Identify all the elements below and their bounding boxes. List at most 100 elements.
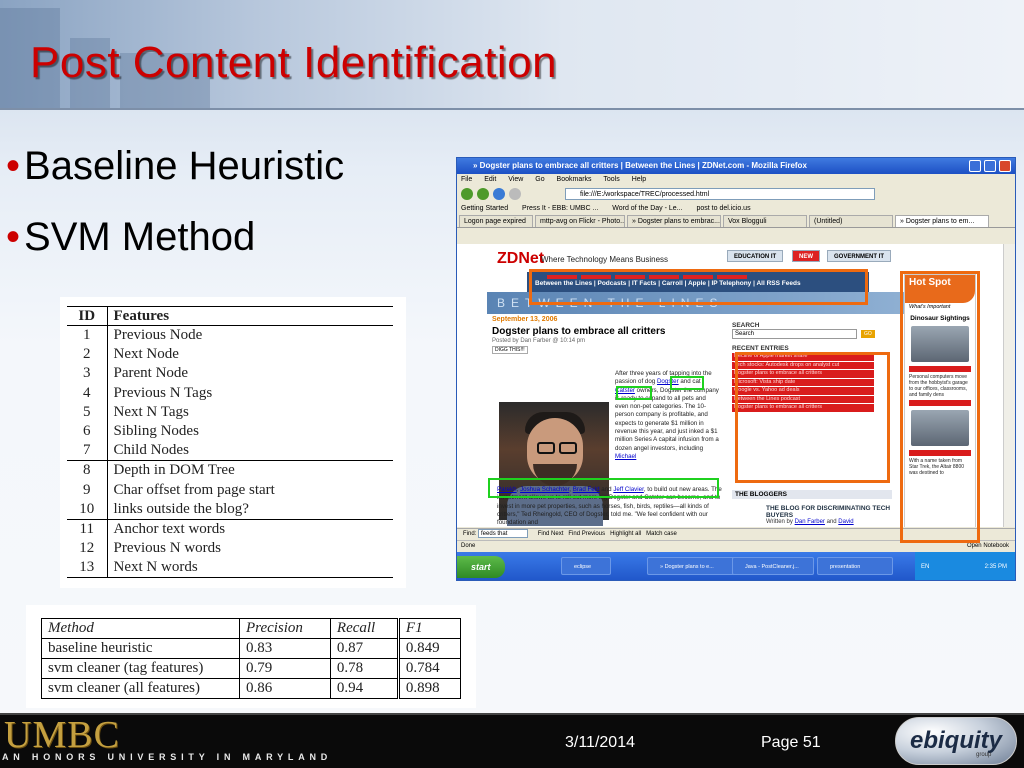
browser-tab[interactable]: Logon page expired — [459, 215, 533, 227]
minimize-icon[interactable] — [969, 160, 981, 172]
menu-help[interactable]: Help — [632, 176, 646, 183]
table-header-row: ID Features — [67, 306, 393, 326]
zdnet-logo[interactable]: ZDNet — [497, 250, 544, 268]
feature-name: Next Node — [113, 346, 179, 363]
table-header-row: Method Precision Recall F1 — [41, 618, 462, 639]
precision-cell: 0.83 — [239, 638, 331, 659]
method-cell: svm cleaner (tag features) — [41, 658, 240, 679]
taskbar-button[interactable]: eclipse — [561, 557, 611, 575]
post-byline: Posted by Dan Farber @ 10:14 pm — [492, 338, 586, 344]
ebiquity-logo-text: ebiquity — [910, 727, 1003, 754]
david-link[interactable]: David — [838, 519, 853, 525]
highlight-box-dogster — [670, 376, 704, 390]
column-header-id: ID — [67, 306, 108, 326]
government-it-link[interactable]: GOVERNMENT IT — [827, 250, 892, 262]
table-row: 2 Next Node — [67, 345, 393, 365]
menu-tools[interactable]: Tools — [603, 176, 619, 183]
feature-name: links outside the blog? — [113, 500, 249, 517]
taskbar-button[interactable]: presentation — [817, 557, 893, 575]
feature-name: Child Nodes — [113, 442, 189, 459]
tab-bar: Logon page expired mttp-avg on Flickr - … — [457, 215, 1015, 228]
photo-glasses — [537, 442, 555, 454]
find-previous-button[interactable]: Find Previous — [568, 531, 605, 537]
table-row: svm cleaner (all features) 0.86 0.94 0.8… — [41, 678, 462, 699]
table-row: 11 Anchor text words — [67, 518, 393, 539]
menu-file[interactable]: File — [461, 176, 472, 183]
results-table-panel: Method Precision Recall F1 baseline heur… — [26, 605, 476, 708]
browser-tab[interactable]: Vox Blogguli — [723, 215, 807, 227]
table-row: 9 Char offset from page start — [67, 480, 393, 500]
menu-bookmarks[interactable]: Bookmarks — [557, 176, 592, 183]
feature-id: 13 — [67, 558, 108, 579]
bullet-text: SVM Method — [24, 215, 256, 259]
post-date: September 13, 2006 — [492, 316, 558, 323]
back-icon[interactable] — [461, 188, 473, 200]
dan-farber-link[interactable]: Dan Farber — [795, 519, 825, 525]
column-header-recall: Recall — [330, 618, 400, 639]
forward-icon[interactable] — [477, 188, 489, 200]
find-next-button[interactable]: Find Next — [538, 531, 564, 537]
bookmark-item[interactable]: post to del.icio.us — [696, 205, 750, 212]
feature-id: 12 — [67, 538, 108, 559]
feature-name: Next N words — [107, 558, 393, 579]
maximize-icon[interactable] — [984, 160, 996, 172]
find-input[interactable]: feeds that — [478, 529, 529, 538]
precision-cell: 0.86 — [239, 678, 331, 699]
taskbar-button[interactable]: Java - PostCleaner.j... — [732, 557, 814, 575]
slide-date: 3/11/2014 — [565, 734, 635, 751]
feature-id: 4 — [67, 383, 108, 403]
bullet-text: Baseline Heuristic — [24, 144, 345, 188]
taskbar-button[interactable]: » Dogster plans to e... — [647, 557, 735, 575]
feature-id: 9 — [67, 480, 108, 500]
bloggers-title: THE BLOG FOR DISCRIMINATING TECH BUYERS — [766, 505, 891, 519]
column-header-features: Features — [107, 306, 393, 326]
browser-tab[interactable]: mttp-avg on Flickr - Photo... — [535, 215, 625, 227]
search-go-button[interactable]: GO — [861, 330, 875, 338]
feature-id: 5 — [67, 402, 108, 423]
close-icon[interactable] — [999, 160, 1011, 172]
bloggers-authors: Written by Dan Farber and David — [766, 519, 892, 525]
search-input[interactable]: Search — [732, 329, 857, 339]
browser-tab[interactable]: » Dogster plans to embrac... — [627, 215, 721, 227]
highlight-box-navigation — [529, 269, 868, 305]
post-body-text: After three years of tapping into the pa… — [615, 370, 720, 461]
highlight-all-button[interactable]: Highlight all — [610, 531, 641, 537]
table-row: 12 Previous N words — [67, 538, 393, 559]
feature-id: 8 — [67, 460, 108, 481]
blog-post: September 13, 2006 Dogster plans to embr… — [492, 316, 727, 354]
browser-tab[interactable]: (Untitled) — [809, 215, 893, 227]
education-it-link[interactable]: EDUCATION IT — [727, 250, 784, 262]
address-bar[interactable]: file:///E:/workspace/TREC/processed.html — [565, 188, 875, 200]
post-title[interactable]: Dogster plans to embrace all critters — [492, 326, 727, 337]
bookmark-item[interactable]: Word of the Day - Le... — [612, 205, 682, 212]
match-case-checkbox[interactable]: Match case — [646, 531, 677, 537]
start-button[interactable]: start — [457, 556, 505, 578]
bullet-dot-icon: • — [6, 144, 21, 188]
highlight-box-links — [488, 478, 719, 498]
michael-link[interactable]: Michael — [615, 453, 636, 460]
photo-glasses — [559, 442, 577, 454]
column-header-precision: Precision — [239, 618, 331, 639]
digg-button[interactable]: DIGG THIS!!! — [492, 346, 528, 354]
language-indicator[interactable]: EN — [921, 564, 929, 570]
bookmark-item[interactable]: Press It - EBB: UMBC ... — [522, 205, 598, 212]
highlight-box-recent-entries — [735, 352, 890, 483]
f1-cell: 0.898 — [398, 678, 462, 699]
menu-view[interactable]: View — [508, 176, 523, 183]
system-tray: EN 2:35 PM — [915, 552, 1015, 580]
search-heading: SEARCH — [732, 322, 760, 329]
menu-edit[interactable]: Edit — [484, 176, 496, 183]
browser-tab-active[interactable]: » Dogster plans to em... — [895, 215, 989, 227]
zdnet-tagline: Where Technology Means Business — [541, 255, 669, 264]
table-row: 8 Depth in DOM Tree — [67, 460, 393, 481]
stop-icon[interactable] — [509, 188, 521, 200]
windows-taskbar: start eclipse » Dogster plans to e... Ja… — [457, 552, 1015, 580]
vertical-scrollbar[interactable] — [1003, 244, 1015, 527]
slide-title: Post Content Identification — [30, 38, 558, 87]
bookmark-item[interactable]: Getting Started — [461, 205, 508, 212]
menu-go[interactable]: Go — [535, 176, 544, 183]
browser-title-bar: » Dogster plans to embrace all critters … — [457, 158, 1015, 174]
bullet-item: • SVM Method — [6, 215, 255, 260]
navigation-toolbar: file:///E:/workspace/TREC/processed.html — [457, 185, 1015, 203]
reload-icon[interactable] — [493, 188, 505, 200]
